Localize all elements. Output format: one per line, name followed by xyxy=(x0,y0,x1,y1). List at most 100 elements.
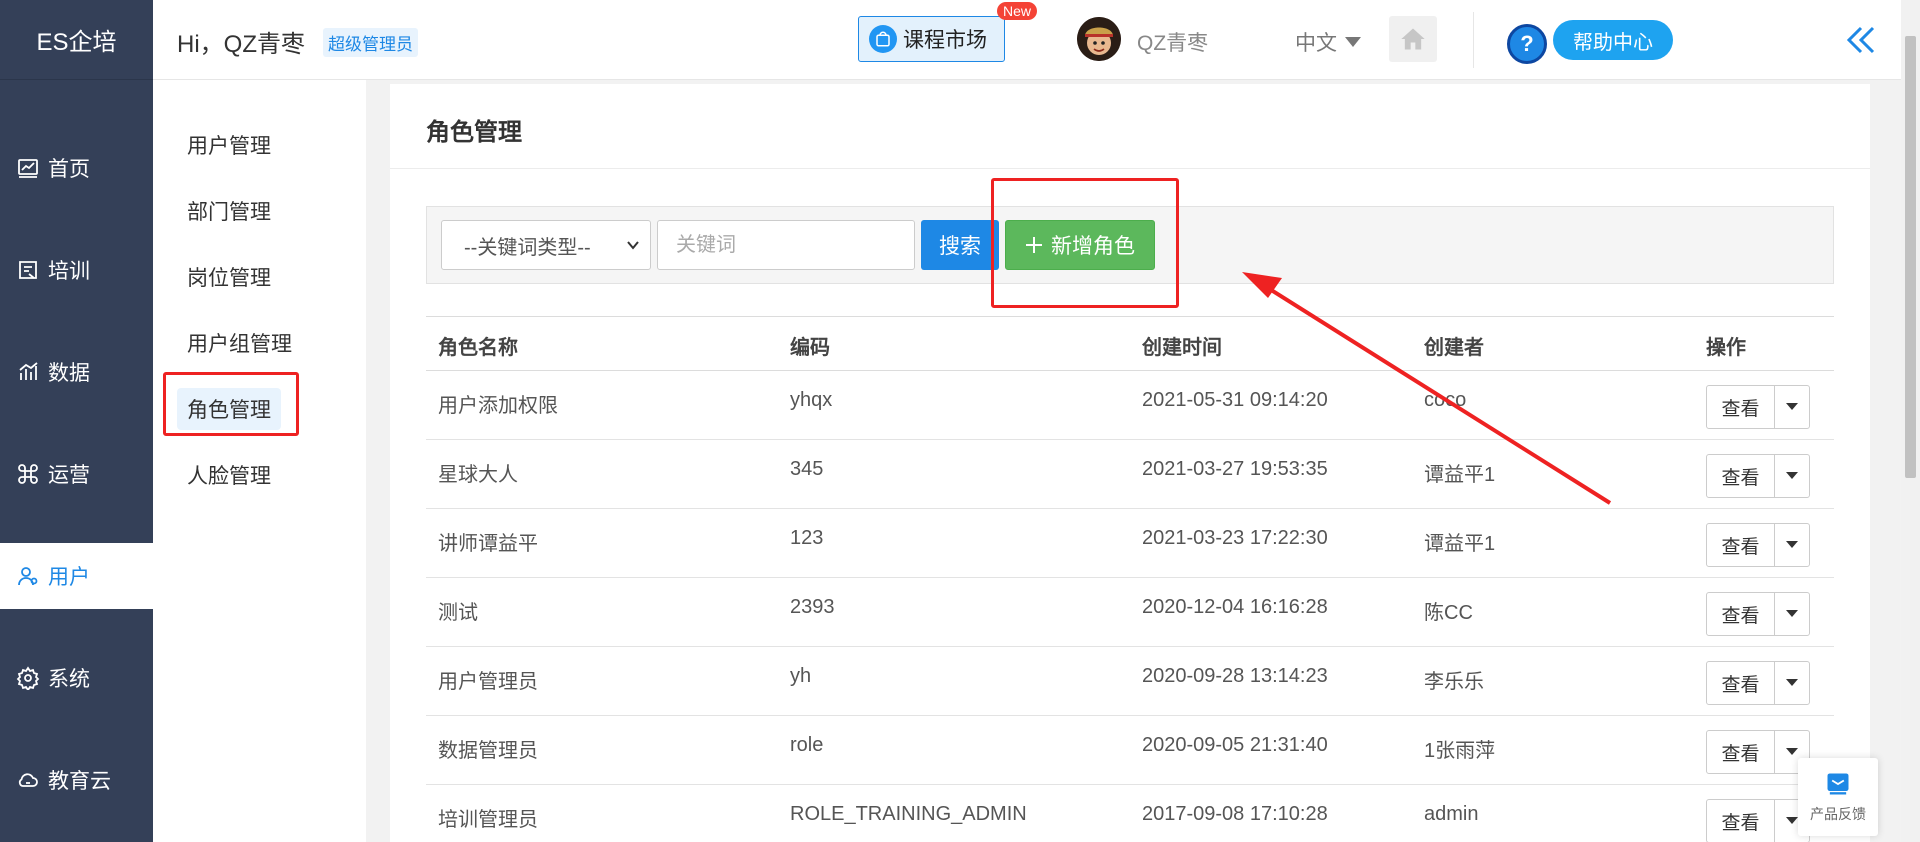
table-row: 培训管理员 ROLE_TRAINING_ADMIN 2017-09-08 17:10… xyxy=(426,785,1834,842)
help-center-button[interactable]: ? 帮助中心 xyxy=(1507,18,1697,66)
sidebar-item-label: 教育云 xyxy=(48,770,111,793)
product-feedback-button[interactable]: 产品反馈 xyxy=(1798,758,1878,836)
column-header-actions: 操作 xyxy=(1706,337,1746,359)
sidebar-item-user[interactable]: 用户 xyxy=(0,543,153,609)
view-button[interactable]: 查看 xyxy=(1707,662,1775,704)
created-time-cell: 2017-09-08 17:10:28 xyxy=(1142,803,1328,825)
caret-down-icon xyxy=(1786,679,1798,686)
view-button[interactable]: 查看 xyxy=(1707,800,1775,842)
role-badge: 超级管理员 xyxy=(323,28,418,57)
search-toolbar: --关键词类型-- 搜索 新增角色 xyxy=(426,206,1834,284)
avatar[interactable] xyxy=(1077,17,1121,61)
table-row: 星球大人 345 2021-03-27 19:53:35 谭益平1 查看 xyxy=(426,440,1834,509)
table-row: 用户管理员 yh 2020-09-28 13:14:23 李乐乐 查看 xyxy=(426,647,1834,716)
keyword-type-value: --关键词类型-- xyxy=(464,236,591,259)
scrollbar-thumb[interactable] xyxy=(1905,36,1916,478)
sidebar-item-system[interactable]: 系统 xyxy=(0,645,153,711)
page-scrollbar[interactable] xyxy=(1901,0,1920,842)
created-time-cell: 2020-12-04 16:16:28 xyxy=(1142,596,1328,618)
role-code-cell: role xyxy=(790,734,824,756)
row-actions: 查看 xyxy=(1706,523,1810,567)
role-code-cell: yh xyxy=(790,665,812,687)
view-button[interactable]: 查看 xyxy=(1707,524,1775,566)
table-row: 数据管理员 role 2020-09-05 21:31:40 1张雨萍 查看 xyxy=(426,716,1834,785)
role-name-cell: 用户添加权限 xyxy=(438,395,558,417)
more-actions-dropdown[interactable] xyxy=(1775,455,1809,497)
creator-cell: 1张雨萍 xyxy=(1424,740,1496,762)
training-icon xyxy=(19,261,37,279)
language-label: 中文 xyxy=(1295,32,1337,55)
sidebar-item-label: 首页 xyxy=(48,158,90,181)
sidebar-item-training[interactable]: 培训 xyxy=(0,237,153,303)
caret-down-icon xyxy=(1345,37,1361,47)
sidebar-item-edu-cloud[interactable]: 教育云 xyxy=(0,747,153,813)
caret-down-icon xyxy=(1786,403,1798,410)
role-management-panel: 角色管理 --关键词类型-- 搜索 新增角色 角色名称 编码 创建时间 创建者 … xyxy=(390,84,1870,842)
role-code-cell: 123 xyxy=(790,527,824,549)
keyword-type-select[interactable]: --关键词类型-- xyxy=(441,220,651,270)
search-button[interactable]: 搜索 xyxy=(921,220,999,270)
row-actions: 查看 xyxy=(1706,799,1810,842)
sidebar-item-data[interactable]: 数据 xyxy=(0,339,153,405)
more-actions-dropdown[interactable] xyxy=(1775,662,1809,704)
creator-cell: 谭益平1 xyxy=(1424,533,1496,555)
sidebar-item-label: 培训 xyxy=(48,260,90,283)
table-row: 测试 2393 2020-12-04 16:16:28 陈CC 查看 xyxy=(426,578,1834,647)
role-code-cell: ROLE_TRAINING_ADMIN xyxy=(790,803,1027,825)
sidebar-item-label: 数据 xyxy=(48,362,90,385)
home-icon xyxy=(1401,28,1425,50)
created-time-cell: 2021-03-27 19:53:35 xyxy=(1142,458,1328,480)
creator-cell: 谭益平1 xyxy=(1424,464,1496,486)
gear-icon xyxy=(16,666,40,690)
role-name-cell: 星球大人 xyxy=(438,464,518,486)
submenu-item-department-management[interactable]: 部门管理 xyxy=(177,190,281,232)
user-icon xyxy=(18,567,38,586)
column-header-role-name: 角色名称 xyxy=(438,337,518,359)
top-header: Hi，QZ青枣 超级管理员 课程市场 New QZ青枣 中文 ? 帮助中心 xyxy=(153,0,1901,80)
caret-down-icon xyxy=(1786,817,1798,824)
keyword-input[interactable] xyxy=(657,220,915,270)
more-actions-dropdown[interactable] xyxy=(1775,524,1809,566)
view-button[interactable]: 查看 xyxy=(1707,455,1775,497)
new-badge: New xyxy=(997,2,1038,20)
language-select[interactable]: 中文 xyxy=(1295,27,1361,57)
submenu-item-user-management[interactable]: 用户管理 xyxy=(177,124,281,166)
created-time-cell: 2020-09-28 13:14:23 xyxy=(1142,665,1328,687)
username[interactable]: QZ青枣 xyxy=(1137,27,1208,57)
role-code-cell: 2393 xyxy=(790,596,835,618)
creator-cell: coco xyxy=(1424,389,1467,411)
add-role-button[interactable]: 新增角色 xyxy=(1005,220,1155,270)
created-time-cell: 2020-09-05 21:31:40 xyxy=(1142,734,1328,756)
submenu-item-user-group-management[interactable]: 用户组管理 xyxy=(177,322,302,364)
sidebar-item-operations[interactable]: 运营 xyxy=(0,441,153,507)
submenu-item-position-management[interactable]: 岗位管理 xyxy=(177,256,281,298)
question-icon: ? xyxy=(1507,24,1547,64)
course-market-label: 课程市场 xyxy=(903,29,987,52)
created-time-cell: 2021-03-23 17:22:30 xyxy=(1142,527,1328,549)
collapse-sidebar-button[interactable] xyxy=(1843,22,1879,58)
greeting-text: Hi，QZ青枣 xyxy=(177,31,305,58)
submenu-item-role-management[interactable]: 角色管理 xyxy=(177,388,281,430)
home-button[interactable] xyxy=(1389,16,1437,62)
view-button[interactable]: 查看 xyxy=(1707,593,1775,635)
course-market-button[interactable]: 课程市场 xyxy=(858,16,1005,62)
chevron-down-icon xyxy=(627,241,639,250)
sidebar-item-home[interactable]: 首页 xyxy=(0,135,153,201)
creator-cell: 陈CC xyxy=(1424,602,1473,624)
more-actions-dropdown[interactable] xyxy=(1775,593,1809,635)
view-button[interactable]: 查看 xyxy=(1707,731,1775,773)
more-actions-dropdown[interactable] xyxy=(1775,386,1809,428)
role-name-cell: 讲师谭益平 xyxy=(438,533,538,555)
caret-down-icon xyxy=(1786,610,1798,617)
column-header-code: 编码 xyxy=(790,337,830,359)
caret-down-icon xyxy=(1786,472,1798,479)
row-actions: 查看 xyxy=(1706,454,1810,498)
row-actions: 查看 xyxy=(1706,385,1810,429)
role-name-cell: 数据管理员 xyxy=(438,740,538,762)
row-actions: 查看 xyxy=(1706,661,1810,705)
view-button[interactable]: 查看 xyxy=(1707,386,1775,428)
double-chevron-left-icon xyxy=(1846,26,1875,54)
submenu-item-face-management[interactable]: 人脸管理 xyxy=(177,454,281,496)
add-role-label: 新增角色 xyxy=(1051,235,1135,258)
plus-icon xyxy=(1026,237,1042,253)
